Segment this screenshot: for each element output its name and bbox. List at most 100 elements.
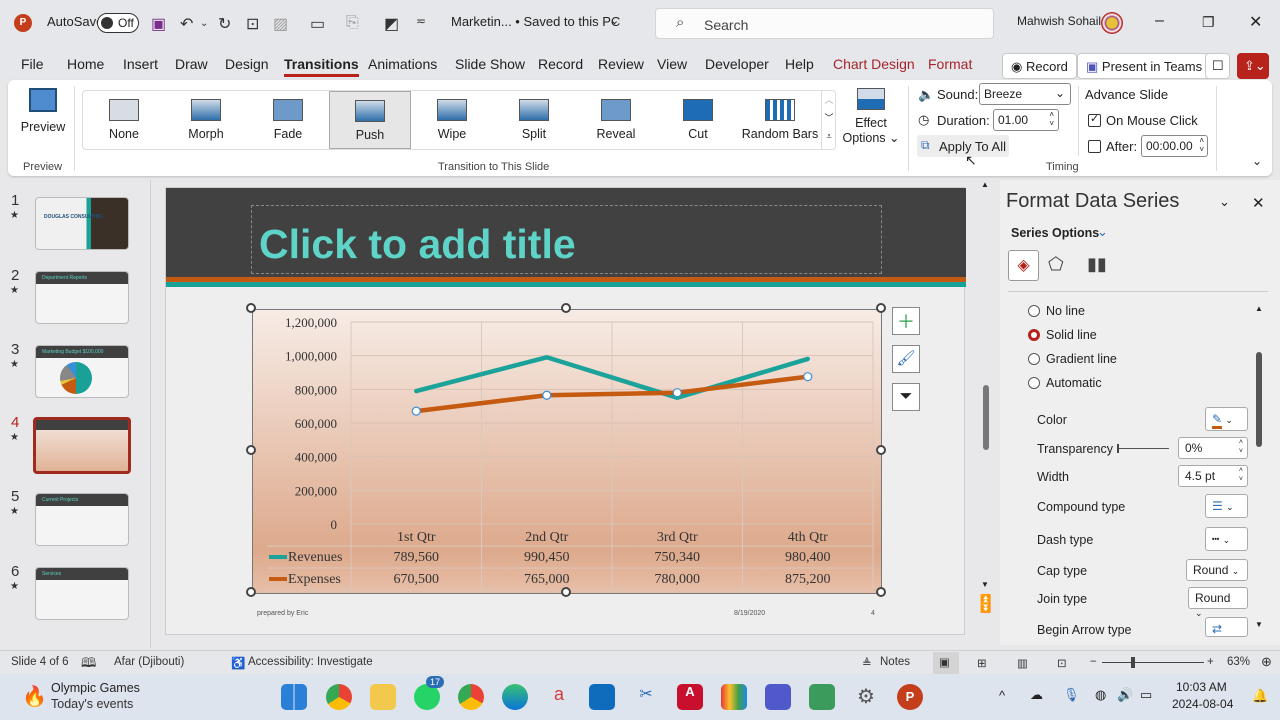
transition-none[interactable]: None (83, 91, 165, 149)
transition-wipe[interactable]: Wipe (411, 91, 493, 149)
money-app-icon[interactable] (809, 684, 835, 710)
spinner-arrows-icon[interactable]: ˄ ˅ (1239, 438, 1243, 456)
chart-styles-button[interactable]: 🖌 (892, 345, 920, 373)
battery-icon[interactable]: ▭ (1140, 687, 1152, 703)
powerpoint-taskbar-icon[interactable]: P (897, 684, 923, 710)
file-explorer-icon[interactable] (370, 684, 396, 710)
tab-chart-design[interactable]: Chart Design (833, 56, 915, 72)
chrome-profile-icon[interactable] (458, 684, 484, 710)
slider-thumb[interactable] (1117, 444, 1119, 453)
begin-arrow-type-dropdown[interactable]: ⇄ (1205, 617, 1248, 637)
pane-scroll-down-icon[interactable]: ▼ (1255, 620, 1263, 629)
resize-handle[interactable] (246, 445, 256, 455)
fit-to-window-icon[interactable]: ⊕ (1261, 654, 1272, 670)
color-picker[interactable]: ✎ ⌄ (1205, 407, 1248, 431)
color-app-icon[interactable] (721, 684, 747, 710)
join-type-dropdown[interactable]: Round ⌄ (1188, 587, 1248, 618)
chevron-down-icon[interactable]: ⌄ (1097, 224, 1108, 240)
slide-thumbnail-1[interactable]: DOUGLAS CONSULTING (35, 197, 129, 250)
width-spinner[interactable]: 4.5 pt ˄ ˅ (1178, 465, 1248, 487)
resize-handle[interactable] (876, 587, 886, 597)
undo-dropdown-icon[interactable]: ⌄ (200, 18, 208, 29)
pane-close-icon[interactable]: ✕ (1252, 194, 1265, 212)
slide-sorter-button[interactable]: ⊞ (977, 656, 987, 670)
transition-fade[interactable]: Fade (247, 91, 329, 149)
tab-record[interactable]: Record (538, 56, 583, 72)
volume-icon[interactable]: 🔊 (1117, 687, 1133, 703)
clock-time[interactable]: 10:03 AM (1176, 680, 1227, 694)
microphone-icon[interactable]: 🎙 (1063, 687, 1080, 703)
resize-handle[interactable] (876, 445, 886, 455)
resize-handle[interactable] (876, 303, 886, 313)
automatic-radio[interactable] (1028, 377, 1040, 389)
tab-format[interactable]: Format (928, 56, 972, 72)
normal-view-button[interactable]: ▣ (933, 652, 959, 674)
duration-spinner[interactable]: 01.00 ˄ ˅ (993, 109, 1059, 131)
widget-title[interactable]: Olympic Games (51, 681, 140, 695)
zoom-in-button[interactable]: + (1207, 656, 1214, 668)
slide-thumbnail-4[interactable] (33, 417, 131, 474)
zoom-out-button[interactable]: − (1090, 656, 1097, 668)
slide-thumbnail-5[interactable]: Current Projects (35, 493, 129, 546)
search-box[interactable]: ⌕ Search (655, 8, 994, 39)
transition-morph[interactable]: Morph (165, 91, 247, 149)
start-button[interactable] (281, 684, 307, 710)
outlook-icon[interactable] (589, 684, 615, 710)
after-spinner[interactable]: 00:00.00 ˄ ˅ (1141, 135, 1208, 157)
pane-scroll-up-icon[interactable]: ▲ (1255, 304, 1263, 313)
zoom-level[interactable]: 63% (1227, 656, 1250, 668)
slide-scrollbar[interactable]: ▲ ▼ ⏫ ⏬ (980, 180, 992, 630)
chart-area[interactable]: 1,200,000 1,000,000 800,000 600,000 400,000 2… (252, 309, 882, 594)
undo-icon[interactable]: ↶ (180, 14, 193, 34)
present-in-teams-button[interactable]: ▣ Present in Teams (1077, 53, 1212, 79)
language-status[interactable]: Afar (Djibouti) (114, 656, 184, 668)
autosave-toggle[interactable]: Off (97, 13, 139, 33)
sound-dropdown[interactable]: Breeze ⌄ (979, 83, 1071, 105)
cap-type-dropdown[interactable]: Round ⌄ (1186, 559, 1248, 581)
effects-tab[interactable]: ⬠ (1048, 254, 1064, 275)
present-icon[interactable]: ⊡ (246, 14, 259, 34)
transparency-slider[interactable] (1117, 444, 1169, 453)
series-options-dropdown[interactable]: Series Options (1011, 226, 1099, 240)
tab-design[interactable]: Design (225, 56, 269, 72)
tab-developer[interactable]: Developer (705, 56, 769, 72)
spinner-arrows-icon[interactable]: ˄ ˅ (1049, 110, 1054, 128)
zoom-slider[interactable] (1102, 657, 1204, 668)
record-button[interactable]: ◉ Record (1002, 53, 1077, 79)
chart-elements-button[interactable]: ＋ (892, 307, 920, 335)
collapse-ribbon-icon[interactable]: ⌄ (1252, 154, 1262, 168)
chart-filters-button[interactable]: ⏷ (892, 383, 920, 411)
tab-insert[interactable]: Insert (123, 56, 158, 72)
app-a-icon[interactable]: a (546, 684, 572, 710)
onedrive-icon[interactable]: ☁ (1030, 687, 1043, 703)
scroll-up-icon[interactable]: ▲ (981, 180, 989, 189)
comments-button[interactable]: ☐ (1205, 53, 1230, 79)
slide-thumbnail-2[interactable]: Department Reports (35, 271, 129, 324)
layout-icon[interactable]: ▭ (310, 14, 325, 34)
scroll-down-icon[interactable]: ▼ (981, 580, 989, 589)
previous-slide-icon[interactable]: ⏫ ⏬ (980, 595, 991, 613)
image-globe-icon[interactable]: ◩ (384, 14, 399, 34)
effect-options-button[interactable]: Effect Options ⌄ (842, 88, 900, 145)
gallery-down-icon[interactable]: ﹀ (822, 109, 836, 127)
clock-date[interactable]: 2024-08-04 (1172, 697, 1233, 711)
pane-scroll-thumb[interactable] (1256, 352, 1262, 447)
save-icon[interactable]: ▣ (151, 14, 166, 34)
tab-draw[interactable]: Draw (175, 56, 208, 72)
slide-thumbnail-3[interactable]: Marketing Budget $100,000 (35, 345, 129, 398)
widget-subtitle[interactable]: Today's events (51, 697, 133, 711)
notes-button[interactable]: Notes (880, 656, 910, 668)
transparency-spinner[interactable]: 0% ˄ ˅ (1178, 437, 1248, 459)
transition-random-bars[interactable]: Random Bars (739, 91, 821, 149)
tab-help[interactable]: Help (785, 56, 814, 72)
spinner-arrows-icon[interactable]: ˄ ˅ (1199, 136, 1204, 154)
series-options-tab[interactable]: ▮▮ (1087, 254, 1107, 275)
accessibility-status[interactable]: Accessibility: Investigate (248, 656, 373, 668)
close-icon[interactable]: ✕ (1249, 12, 1262, 32)
teams-icon[interactable] (765, 684, 791, 710)
gallery-scroll[interactable]: ︿ ﹀ ⩡ (821, 91, 836, 149)
spinner-arrows-icon[interactable]: ˄ ˅ (1239, 466, 1243, 484)
whatsapp-icon[interactable]: 17 (414, 676, 445, 710)
settings-icon[interactable]: ⚙ (853, 684, 879, 710)
transition-cut[interactable]: Cut (657, 91, 739, 149)
